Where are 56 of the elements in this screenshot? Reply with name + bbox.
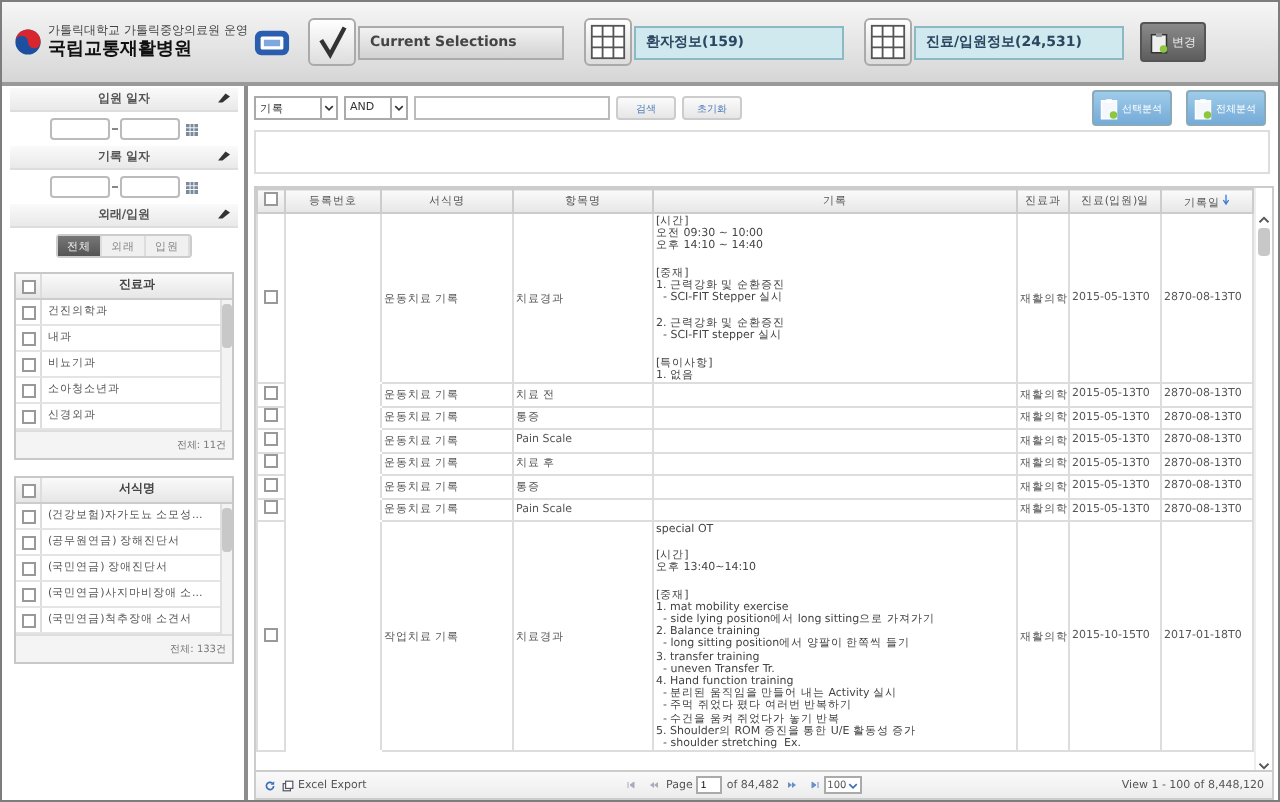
- caret-icon: [324, 104, 334, 112]
- search-field[interactable]: [414, 96, 610, 120]
- checkbox[interactable]: [264, 454, 278, 469]
- checkbox[interactable]: [21, 331, 35, 345]
- date-field[interactable]: [50, 176, 110, 198]
- emblem-icon: [14, 28, 42, 56]
- caret-icon: [394, 104, 404, 112]
- scroll-down-icon[interactable]: [1258, 762, 1270, 770]
- calendar-icon[interactable]: [186, 181, 198, 193]
- checkbox[interactable]: [264, 408, 278, 423]
- checkbox[interactable]: [21, 509, 35, 523]
- checkbox[interactable]: [21, 305, 35, 319]
- checkbox[interactable]: [21, 561, 35, 575]
- next-page-icon[interactable]: [783, 780, 800, 790]
- scrollbar[interactable]: [1254, 188, 1272, 770]
- checkbox[interactable]: [21, 613, 35, 627]
- checkbox[interactable]: [21, 357, 35, 371]
- scroll-thumb[interactable]: [222, 508, 232, 552]
- checkbox[interactable]: [264, 431, 278, 446]
- date-field[interactable]: [120, 118, 180, 140]
- caret-icon: [848, 781, 859, 789]
- checkbox[interactable]: [21, 409, 35, 423]
- checkbox[interactable]: [264, 500, 278, 515]
- checkbox[interactable]: [264, 192, 278, 206]
- grid-icon[interactable]: [584, 18, 632, 66]
- date-field[interactable]: [50, 118, 110, 140]
- previous-page-icon[interactable]: [646, 780, 663, 790]
- grid-icon[interactable]: [864, 18, 912, 66]
- scrollbar[interactable]: [220, 300, 232, 430]
- copy-icon: [282, 779, 294, 791]
- checkbox[interactable]: [21, 483, 35, 497]
- checkbox[interactable]: [264, 289, 278, 304]
- eraser-icon[interactable]: [216, 150, 232, 162]
- scroll-thumb[interactable]: [222, 304, 232, 348]
- sort-icon[interactable]: [1222, 193, 1230, 205]
- clipboard-icon: [1100, 97, 1118, 119]
- checkbox[interactable]: [21, 383, 35, 397]
- checkbox[interactable]: [21, 279, 35, 293]
- clipboard-icon: [1150, 31, 1168, 53]
- scroll-thumb[interactable]: [1258, 228, 1270, 256]
- checkbox[interactable]: [21, 587, 35, 601]
- checkbox[interactable]: [264, 385, 278, 400]
- card-icon: [253, 29, 290, 55]
- hospital-name: 국립교통재활병원: [48, 41, 194, 59]
- scrollbar[interactable]: [220, 504, 232, 634]
- checkbox[interactable]: [21, 535, 35, 549]
- clipboard-icon: [1194, 97, 1212, 119]
- checkbox[interactable]: [264, 477, 278, 492]
- scroll-up-icon[interactable]: [1258, 216, 1270, 224]
- date-field[interactable]: [120, 176, 180, 198]
- check-icon: [308, 18, 356, 66]
- eraser-icon[interactable]: [216, 208, 232, 220]
- checkbox[interactable]: [264, 627, 278, 642]
- eraser-icon[interactable]: [216, 92, 232, 104]
- refresh-icon[interactable]: [264, 779, 276, 791]
- calendar-icon[interactable]: [186, 123, 198, 135]
